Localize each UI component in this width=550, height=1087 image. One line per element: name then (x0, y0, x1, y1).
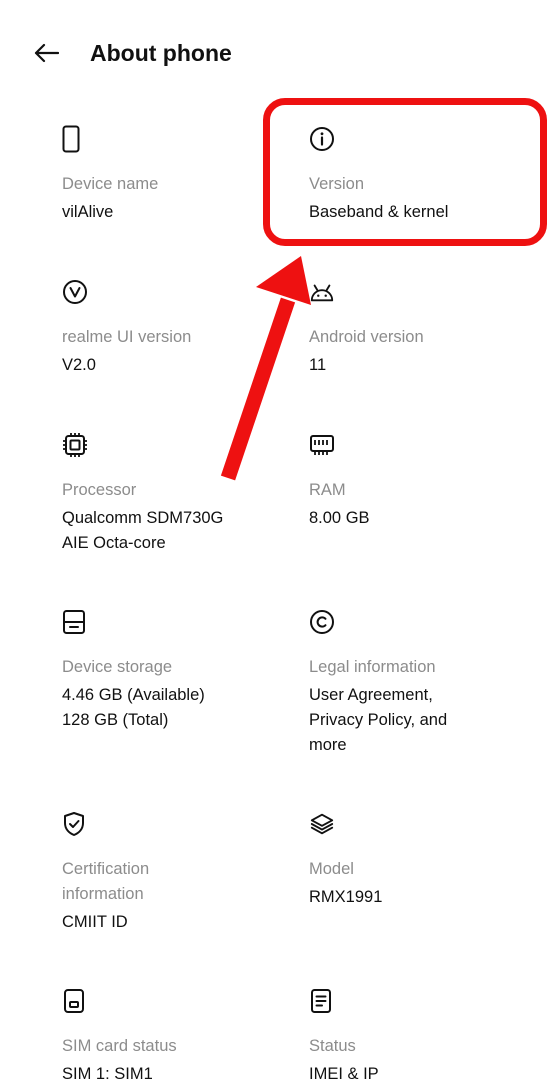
item-value: Baseband & kernel (309, 203, 449, 221)
item-label: Device name (62, 175, 159, 193)
info-circle-icon (309, 124, 335, 154)
item-value: 11 (309, 356, 327, 374)
item-label: Device storage (62, 658, 173, 676)
shield-check-icon (62, 809, 88, 839)
item-value: 4.46 GB (Available) 128 GB (Total) (62, 686, 205, 729)
info-grid: Device name vilAlive Version Baseband & … (0, 0, 550, 1083)
item-label: Model (309, 860, 354, 878)
item-label: Android version (309, 328, 424, 346)
item-label: Version (309, 175, 365, 193)
item-value: V2.0 (62, 356, 96, 374)
storage-icon (62, 607, 88, 637)
realme-v-circle-icon (62, 277, 88, 307)
item-value: 8.00 GB (309, 509, 370, 527)
phone-outline-icon (62, 124, 88, 154)
item-value: IMEI & IP (309, 1065, 379, 1083)
item-value: CMIIT ID (62, 913, 128, 931)
sim-card-icon (62, 986, 88, 1016)
item-label: Certification information (62, 860, 150, 903)
android-robot-icon (309, 277, 335, 307)
item-value: Qualcomm SDM730G AIE Octa-core (62, 509, 224, 552)
item-value: vilAlive (62, 203, 114, 221)
item-label: Processor (62, 481, 137, 499)
item-label: Status (309, 1037, 356, 1055)
status-document-icon (309, 986, 335, 1016)
item-value: SIM 1: SIM1 (62, 1065, 153, 1083)
item-label: RAM (309, 481, 346, 499)
item-label: Legal information (309, 658, 436, 676)
item-value: User Agreement, Privacy Policy, and more (309, 686, 448, 754)
memory-ram-icon (309, 430, 335, 460)
item-label: realme UI version (62, 328, 192, 346)
copyright-circle-icon (309, 607, 335, 637)
item-label: SIM card status (62, 1037, 177, 1055)
item-value: RMX1991 (309, 888, 383, 906)
layers-icon (309, 809, 335, 839)
processor-chip-icon (62, 430, 88, 460)
